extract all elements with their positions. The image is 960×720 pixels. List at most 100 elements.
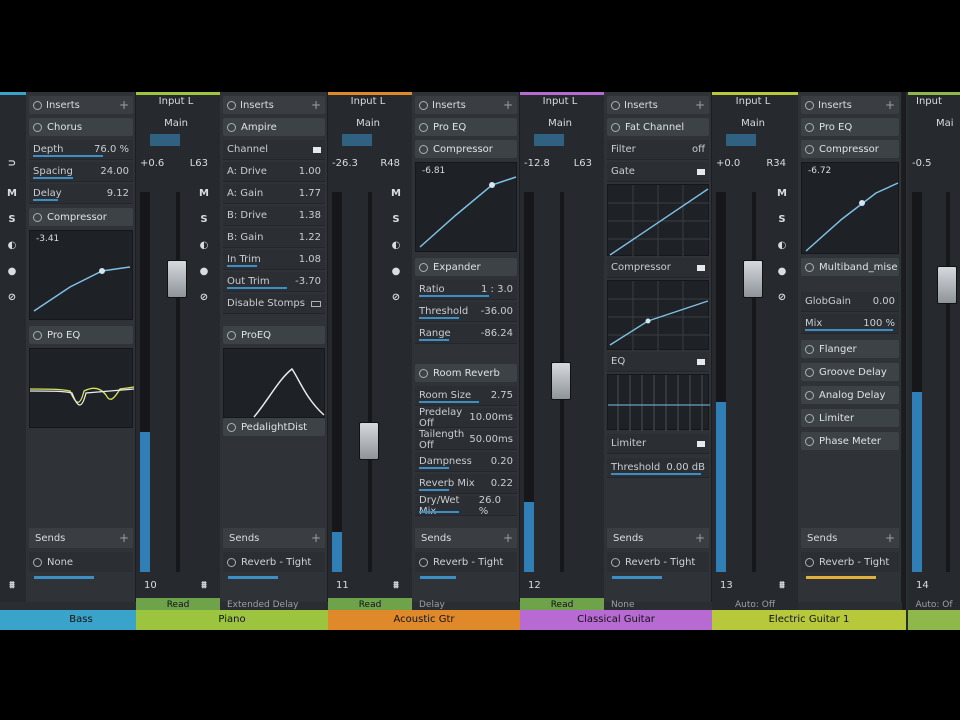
record-icon[interactable]: ● [4, 264, 20, 280]
power-icon[interactable] [419, 262, 428, 272]
volume-fader[interactable] [359, 422, 379, 460]
param-compressor[interactable]: Compressor [607, 258, 709, 278]
power-icon[interactable] [611, 122, 620, 132]
power-icon[interactable] [805, 100, 814, 110]
automation-icon[interactable]: ⊘ [196, 290, 212, 306]
pan-value[interactable]: L63 [574, 158, 592, 169]
solo-button[interactable]: S [196, 212, 212, 228]
power-icon[interactable] [805, 436, 814, 446]
gain-value[interactable]: -0.5 [912, 158, 932, 169]
mute-button[interactable]: M [388, 186, 404, 202]
piano-send-slot[interactable]: Reverb - Tight [223, 552, 325, 572]
gain-value[interactable]: -26.3 [332, 158, 358, 169]
param-b-drive[interactable]: B: Drive 1.38 [223, 206, 325, 226]
insert-pedalightdist[interactable]: PedalightDist [223, 418, 325, 436]
insert-fat-channel[interactable]: Fat Channel [607, 118, 709, 136]
insert-compressor[interactable]: Compressor [415, 140, 517, 158]
output-select[interactable]: Main [136, 118, 216, 129]
input-monitor-icon[interactable]: ◐ [388, 238, 404, 254]
insert-pro-eq[interactable]: Pro EQ [415, 118, 517, 136]
param-filter[interactable]: Filter off [607, 140, 709, 160]
insert-pro-eq[interactable]: ProEQ [223, 326, 325, 344]
channel-toggle[interactable] [313, 146, 321, 153]
power-icon[interactable] [227, 330, 236, 340]
output-select[interactable]: Main [328, 118, 408, 129]
param-depth[interactable]: Depth 76.0 % [29, 140, 133, 160]
add-insert-icon[interactable]: + [503, 98, 513, 112]
output-select[interactable]: Mai [936, 118, 960, 129]
power-icon[interactable] [611, 100, 620, 110]
add-insert-icon[interactable]: + [119, 98, 129, 112]
power-icon[interactable] [33, 330, 42, 340]
piano-channel-name[interactable]: Piano [136, 610, 328, 630]
add-send-icon[interactable]: + [695, 531, 705, 545]
insert-expander[interactable]: Expander [415, 258, 517, 276]
volume-fader[interactable] [551, 362, 571, 400]
param-a-gain[interactable]: A: Gain 1.77 [223, 184, 325, 204]
power-icon[interactable] [805, 122, 814, 132]
add-send-icon[interactable]: + [503, 531, 513, 545]
record-icon[interactable]: ● [196, 264, 212, 280]
power-icon[interactable] [227, 422, 236, 432]
param-in-trim[interactable]: In Trim 1.08 [223, 250, 325, 270]
add-insert-icon[interactable]: + [695, 98, 705, 112]
acoustic-channel-name[interactable]: Acoustic Gtr [328, 610, 520, 630]
param-b-gain[interactable]: B: Gain 1.22 [223, 228, 325, 248]
power-icon[interactable] [419, 100, 428, 110]
record-icon[interactable]: ● [774, 264, 790, 280]
pan-value[interactable]: R34 [766, 158, 786, 169]
input-select[interactable]: Input L [328, 96, 408, 107]
electric-sends-header[interactable]: Sends + [801, 528, 899, 548]
record-icon[interactable]: ● [388, 264, 404, 280]
electric-inserts-header[interactable]: Inserts + [801, 96, 899, 114]
param-limiter[interactable]: Limiter [607, 434, 709, 454]
param-spacing[interactable]: Spacing 24.00 [29, 162, 133, 182]
param-threshold[interactable]: Threshold 0.00 dB [607, 458, 709, 478]
param-gate[interactable]: Gate [607, 162, 709, 182]
gain-value[interactable]: +0.0 [716, 158, 740, 169]
add-insert-icon[interactable]: + [311, 98, 321, 112]
insert-compressor[interactable]: Compressor [29, 208, 133, 226]
insert-chorus[interactable]: Chorus [29, 118, 133, 136]
param-reverb-mix[interactable]: Reverb Mix 0.22 [415, 474, 517, 494]
mute-button[interactable]: M [774, 186, 790, 202]
stomps-toggle[interactable] [311, 300, 321, 307]
add-send-icon[interactable]: + [311, 531, 321, 545]
limiter-toggle[interactable] [697, 440, 705, 447]
add-insert-icon[interactable]: + [885, 98, 895, 112]
volume-fader[interactable] [743, 260, 763, 298]
insert-groove-delay[interactable]: Groove Delay [801, 363, 899, 381]
power-icon[interactable] [33, 122, 42, 132]
power-icon[interactable] [805, 344, 814, 354]
automation-icon[interactable]: ⊘ [4, 290, 20, 306]
channel-14-name[interactable] [908, 610, 960, 630]
power-icon[interactable] [805, 390, 814, 400]
param-mix[interactable]: Mix 100 % [801, 314, 899, 334]
bass-sends-header[interactable]: Sends + [29, 528, 133, 548]
param-out-trim[interactable]: Out Trim -3.70 [223, 272, 325, 292]
bass-send-slot[interactable]: None [29, 552, 133, 572]
power-icon[interactable] [805, 262, 814, 272]
inserts-scrollbar[interactable] [902, 92, 906, 630]
acoustic-sends-header[interactable]: Sends + [415, 528, 517, 548]
power-icon[interactable] [227, 557, 236, 567]
pan-value[interactable]: R48 [380, 158, 400, 169]
piano-inserts-header[interactable]: Inserts + [223, 96, 325, 114]
param-dampness[interactable]: Dampness 0.20 [415, 452, 517, 472]
param-range[interactable]: Range -86.24 [415, 324, 517, 344]
input-select[interactable]: Input [916, 96, 960, 107]
automation-icon[interactable]: ⊘ [774, 290, 790, 306]
power-icon[interactable] [419, 557, 428, 567]
group-icon[interactable]: ⩩ [774, 578, 790, 594]
param-globgain[interactable]: GlobGain 0.00 [801, 292, 899, 312]
power-icon[interactable] [805, 144, 814, 154]
param-eq[interactable]: EQ [607, 352, 709, 372]
classical-inserts-header[interactable]: Inserts + [607, 96, 709, 114]
input-monitor-icon[interactable]: ◐ [196, 238, 212, 254]
power-icon[interactable] [805, 367, 814, 377]
power-icon[interactable] [419, 122, 428, 132]
pan-value[interactable]: L63 [190, 158, 208, 169]
insert-room-reverb[interactable]: Room Reverb [415, 364, 517, 382]
insert-phase-meter[interactable]: Phase Meter [801, 432, 899, 450]
input-select[interactable]: Input L [520, 96, 600, 107]
